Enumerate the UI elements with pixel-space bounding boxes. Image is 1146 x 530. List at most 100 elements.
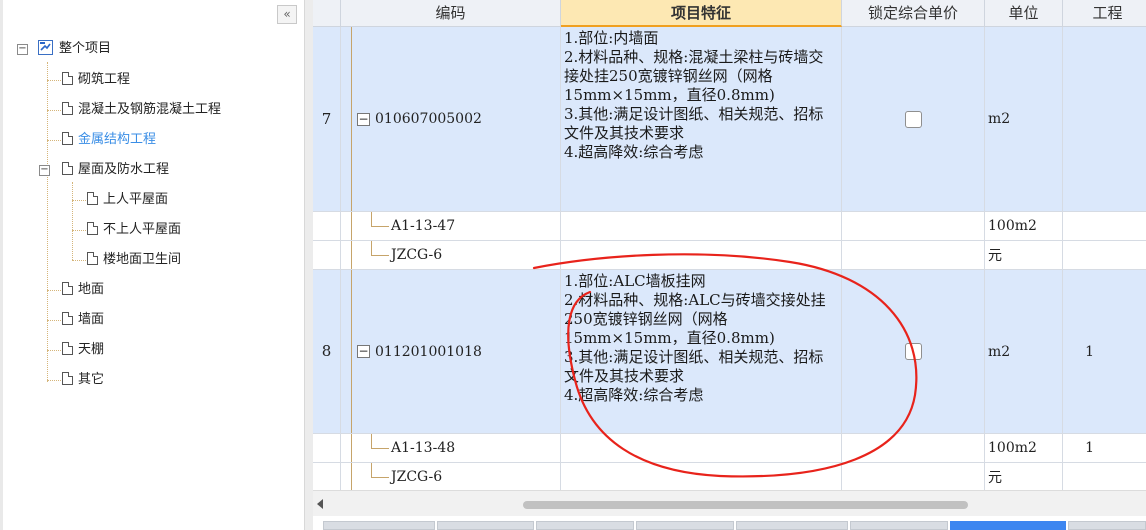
lock-price-checkbox[interactable] — [904, 110, 922, 128]
tree-item-masonry[interactable]: 砌筑工程 — [62, 69, 130, 91]
tree-guide-line — [72, 230, 86, 231]
document-icon — [62, 372, 73, 385]
header-unit[interactable]: 单位 — [985, 0, 1063, 27]
features-cell[interactable] — [561, 434, 842, 462]
header-lock-price[interactable]: 锁定综合单价 — [842, 0, 985, 27]
tree-guide-line — [351, 212, 352, 240]
features-cell[interactable] — [561, 241, 842, 269]
tree-root[interactable]: 整个项目 — [38, 38, 111, 60]
row-number: 8 — [313, 270, 341, 433]
tree-item-label: 混凝土及钢筋混凝土工程 — [78, 102, 222, 117]
features-cell[interactable]: 1.部位:ALC墙板挂网 2.材料品种、规格:ALC与砖墙交接处挂250宽镀锌钢… — [561, 270, 842, 433]
tree-item-bathroom-floor[interactable]: 楼地面卫生间 — [87, 249, 181, 271]
collapse-roofing-toggle[interactable]: − — [39, 165, 50, 176]
tree-item-non-accessible-roof[interactable]: 不上人平屋面 — [87, 219, 181, 241]
scrollbar-thumb[interactable] — [523, 501, 968, 509]
document-icon — [62, 132, 73, 145]
unit-cell[interactable]: m2 — [985, 27, 1063, 211]
tree-guide-line — [351, 463, 352, 490]
tree-item-label: 砌筑工程 — [78, 72, 131, 87]
table-row[interactable]: A1-13-47 100m2 — [313, 212, 1146, 241]
features-cell[interactable] — [561, 463, 842, 490]
table-row[interactable]: A1-13-48 100m2 1 — [313, 434, 1146, 463]
quantity-cell[interactable]: 1 — [1063, 434, 1146, 462]
tree-item-roofing[interactable]: 屋面及防水工程 — [62, 159, 169, 181]
tree-guide-line — [371, 463, 372, 477]
tree-item-label: 不上人平屋面 — [103, 222, 182, 237]
table-row[interactable]: 7 − 010607005002 1.部位:内墙面 2.材料品种、规格:混凝土梁… — [313, 27, 1146, 212]
header-rownum — [313, 0, 341, 27]
quantity-cell[interactable] — [1063, 212, 1146, 240]
unit-cell[interactable]: m2 — [985, 270, 1063, 433]
unit-cell[interactable]: 元 — [985, 463, 1063, 490]
unit-cell[interactable]: 100m2 — [985, 212, 1063, 240]
tree-guide-line — [351, 27, 352, 211]
bottom-tab[interactable] — [736, 521, 848, 530]
code-cell[interactable]: A1-13-47 — [341, 212, 561, 240]
tree-guide-line — [371, 434, 372, 448]
code-cell[interactable]: JZCG-6 — [341, 241, 561, 269]
features-text: 1.部位:ALC墙板挂网 2.材料品种、规格:ALC与砖墙交接处挂250宽镀锌钢… — [564, 272, 826, 404]
tree-item-accessible-roof[interactable]: 上人平屋面 — [87, 189, 168, 211]
tree-root-label: 整个项目 — [59, 41, 112, 56]
code-cell[interactable]: − 010607005002 — [341, 27, 561, 211]
tree-item-other[interactable]: 其它 — [62, 369, 104, 391]
features-text: 1.部位:内墙面 2.材料品种、规格:混凝土梁柱与砖墙交接处挂250宽镀锌钢丝网… — [564, 29, 824, 161]
panel-splitter[interactable] — [304, 0, 313, 530]
document-icon — [87, 252, 98, 265]
table-row[interactable]: 8 − 011201001018 1.部位:ALC墙板挂网 2.材料品种、规格:… — [313, 270, 1146, 434]
bottom-tab-strip — [313, 516, 1146, 530]
bottom-tab[interactable] — [1068, 521, 1146, 530]
horizontal-scrollbar[interactable] — [313, 490, 1146, 516]
lock-cell — [842, 434, 985, 462]
bottom-tab[interactable] — [536, 521, 634, 530]
quantity-cell[interactable]: 1 — [1063, 270, 1146, 433]
collapse-row-toggle[interactable]: − — [357, 112, 370, 126]
tree-item-concrete[interactable]: 混凝土及钢筋混凝土工程 — [62, 99, 221, 121]
bill-items-grid: 编码 项目特征 锁定综合单价 单位 工程 7 − 010607005002 1.… — [313, 0, 1146, 490]
code-cell[interactable]: JZCG-6 — [341, 463, 561, 490]
bottom-tab[interactable] — [636, 521, 734, 530]
tree-guide-line — [371, 226, 389, 227]
table-row[interactable]: JZCG-6 元 — [313, 241, 1146, 270]
code-cell[interactable]: A1-13-48 — [341, 434, 561, 462]
code-cell[interactable]: − 011201001018 — [341, 270, 561, 433]
tree-item-label: 楼地面卫生间 — [103, 252, 182, 267]
tree-guide-line — [47, 140, 61, 141]
unit-cell[interactable]: 元 — [985, 241, 1063, 269]
lock-price-checkbox[interactable] — [904, 343, 922, 360]
tree-guide-line — [47, 320, 61, 321]
unit-cell[interactable]: 100m2 — [985, 434, 1063, 462]
code-value: 011201001018 — [375, 343, 482, 360]
quantity-cell[interactable] — [1063, 27, 1146, 211]
header-code[interactable]: 编码 — [341, 0, 561, 27]
table-row[interactable]: JZCG-6 元 — [313, 463, 1146, 490]
collapse-root-toggle[interactable]: − — [17, 44, 28, 55]
tree-item-wall[interactable]: 墙面 — [62, 309, 104, 331]
header-features[interactable]: 项目特征 — [561, 0, 842, 27]
quantity-cell[interactable] — [1063, 241, 1146, 269]
tree-item-label: 天棚 — [78, 342, 105, 357]
lock-cell — [842, 27, 985, 211]
features-cell[interactable] — [561, 212, 842, 240]
tree-item-label: 墙面 — [78, 312, 105, 327]
tree-guide-line — [47, 110, 61, 111]
header-quantity[interactable]: 工程 — [1063, 0, 1146, 27]
bottom-tab-selected[interactable] — [950, 521, 1066, 530]
tree-item-floor[interactable]: 地面 — [62, 279, 104, 301]
tree-item-label: 屋面及防水工程 — [78, 162, 170, 177]
bottom-tab[interactable] — [323, 521, 435, 530]
quantity-cell[interactable] — [1063, 463, 1146, 490]
tree-item-ceiling[interactable]: 天棚 — [62, 339, 104, 361]
tree-item-label: 其它 — [78, 372, 105, 387]
scroll-left-arrow-icon[interactable] — [317, 499, 323, 509]
bottom-tab[interactable] — [850, 521, 948, 530]
code-value: A1-13-47 — [391, 218, 456, 234]
collapse-panel-button[interactable]: « — [277, 5, 297, 24]
lock-cell — [842, 241, 985, 269]
features-cell[interactable]: 1.部位:内墙面 2.材料品种、规格:混凝土梁柱与砖墙交接处挂250宽镀锌钢丝网… — [561, 27, 842, 211]
tree-item-metal-structure[interactable]: 金属结构工程 — [62, 129, 156, 151]
bottom-tab[interactable] — [437, 521, 534, 530]
lock-cell — [842, 463, 985, 490]
collapse-row-toggle[interactable]: − — [357, 345, 370, 358]
